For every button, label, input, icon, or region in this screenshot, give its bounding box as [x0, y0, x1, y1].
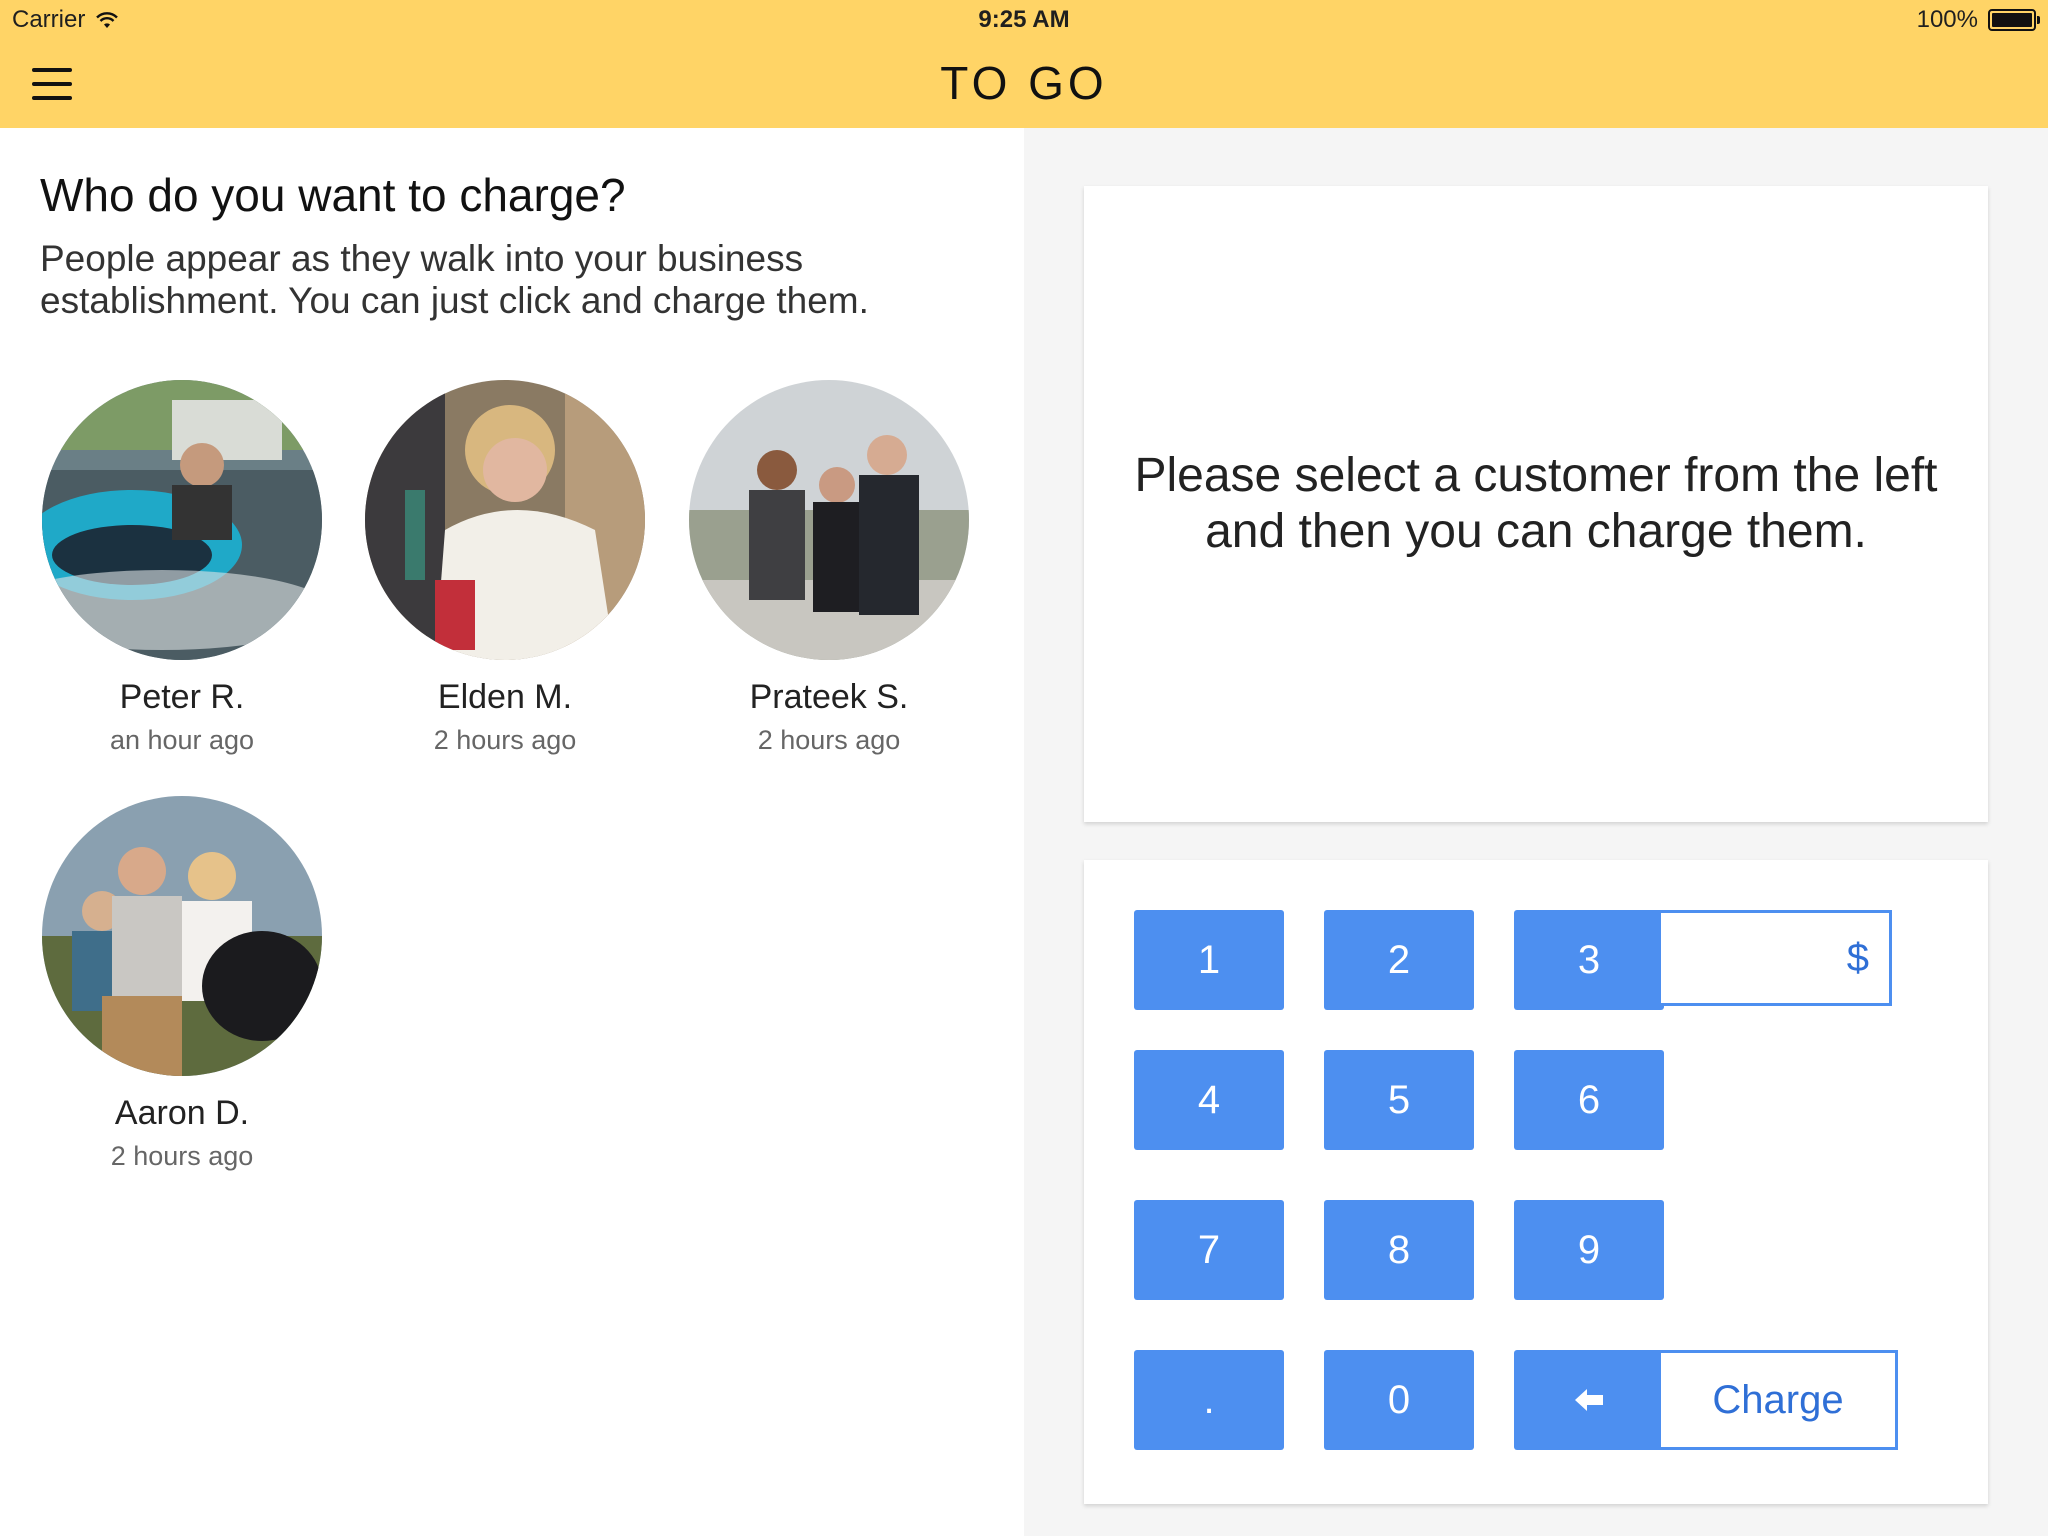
page-subtitle: People appear as they walk into your bus… — [40, 238, 869, 321]
keypad-key-4[interactable]: 4 — [1134, 1050, 1284, 1150]
customer-card-prateek[interactable]: Prateek S. 2 hours ago — [669, 380, 989, 756]
keypad-key-1[interactable]: 1 — [1134, 910, 1284, 1010]
backspace-button[interactable] — [1514, 1350, 1664, 1450]
battery-label: 100% — [1916, 6, 1978, 33]
customer-card-aaron[interactable]: Aaron D. 2 hours ago — [22, 796, 342, 1172]
avatar — [42, 380, 322, 660]
avatar — [365, 380, 645, 660]
top-bar: Carrier 9:25 AM 100% TO GO — [0, 0, 2048, 128]
charge-pane: Please select a customer from the left a… — [1024, 128, 2048, 1536]
dollar-sign: $ — [1846, 935, 1869, 980]
customer-name: Peter R. — [119, 678, 245, 716]
keypad-card: 1 2 3 $ 4 5 6 7 8 9 . 0 Charge — [1084, 860, 1988, 1504]
keypad-key-0[interactable]: 0 — [1324, 1350, 1474, 1450]
keypad-key-7[interactable]: 7 — [1134, 1200, 1284, 1300]
customer-name: Prateek S. — [749, 678, 909, 716]
charge-button[interactable]: Charge — [1658, 1350, 1898, 1450]
keypad-key-9[interactable]: 9 — [1514, 1200, 1664, 1300]
status-time: 9:25 AM — [978, 6, 1070, 33]
app-title: TO GO — [940, 57, 1108, 109]
avatar-photo — [42, 380, 322, 660]
customer-card-peter[interactable]: Peter R. an hour ago — [22, 380, 342, 756]
select-customer-message: Please select a customer from the left a… — [1134, 449, 1938, 558]
customer-name: Elden M. — [437, 678, 573, 716]
customer-card-elden[interactable]: Elden M. 2 hours ago — [345, 380, 665, 756]
keypad-key-5[interactable]: 5 — [1324, 1050, 1474, 1150]
page-title: Who do you want to charge? — [40, 169, 626, 221]
customer-time: 2 hours ago — [110, 1141, 254, 1171]
keypad-key-3[interactable]: 3 — [1514, 910, 1664, 1010]
keypad-key-2[interactable]: 2 — [1324, 910, 1474, 1010]
customer-time: 2 hours ago — [757, 725, 901, 755]
status-right: 100% — [1916, 6, 2040, 34]
customer-pane: Who do you want to charge? People appear… — [0, 128, 1024, 1536]
battery-icon — [1988, 9, 2040, 31]
avatar-photo — [365, 380, 645, 660]
customer-time: 2 hours ago — [433, 725, 577, 755]
keypad-key-decimal[interactable]: . — [1134, 1350, 1284, 1450]
avatar — [42, 796, 322, 1076]
avatar-photo — [689, 380, 969, 660]
backspace-arrow-icon — [1575, 1389, 1603, 1411]
keypad-key-6[interactable]: 6 — [1514, 1050, 1664, 1150]
avatar-photo — [42, 796, 322, 1076]
amount-input[interactable]: $ — [1658, 910, 1892, 1006]
avatar — [689, 380, 969, 660]
keypad-key-8[interactable]: 8 — [1324, 1200, 1474, 1300]
customer-time: an hour ago — [109, 725, 255, 755]
customer-info-card: Please select a customer from the left a… — [1084, 186, 1988, 822]
customer-name: Aaron D. — [114, 1094, 250, 1132]
